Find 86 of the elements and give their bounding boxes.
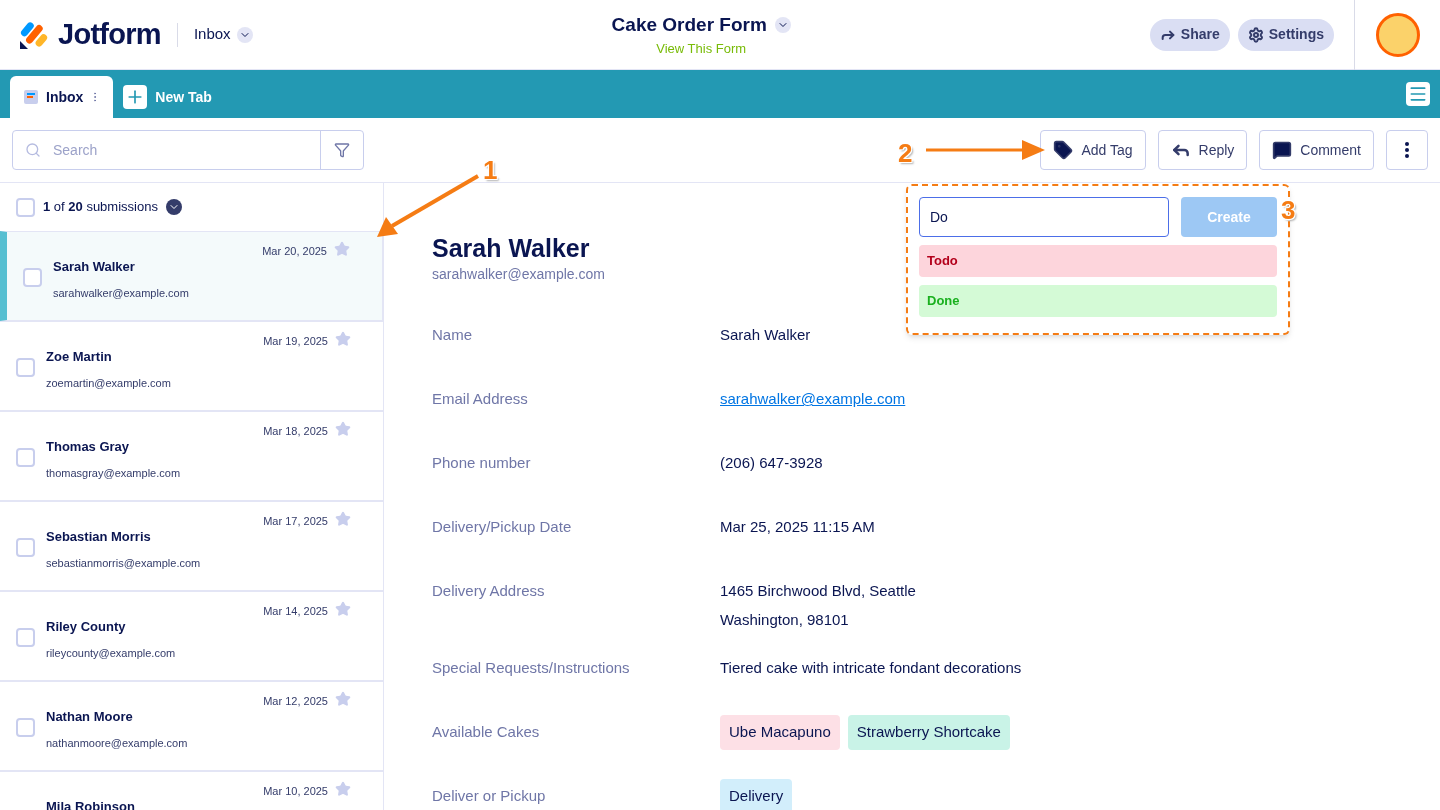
field-value: Washington, 98101 <box>720 609 850 630</box>
star-icon[interactable] <box>335 691 351 707</box>
star-icon[interactable] <box>335 331 351 347</box>
submitter-email: sarahwalker@example.com <box>53 285 189 301</box>
row-checkbox[interactable] <box>23 268 42 287</box>
submission-row[interactable]: Zoe Martin zoemartin@example.com Mar 19, 2025 <box>0 321 383 411</box>
menu-icon <box>1408 84 1428 104</box>
star-icon[interactable] <box>335 511 351 527</box>
field-label: Email Address <box>432 389 529 410</box>
submitter-email: thomasgray@example.com <box>46 465 181 481</box>
filter-icon[interactable] <box>334 142 350 158</box>
submission-row[interactable]: Riley County rileycounty@example.com Mar 14, 2025 <box>0 591 383 681</box>
submitter-email: sebastianmorris@example.com <box>46 555 201 571</box>
more-icon <box>1405 142 1409 158</box>
submission-date: Mar 14, 2025 <box>263 604 328 619</box>
logo-wordmark: Jotform <box>58 16 161 52</box>
submission-date: Mar 19, 2025 <box>263 334 328 349</box>
submitter-name: Riley County <box>46 618 127 636</box>
row-checkbox[interactable] <box>16 358 35 377</box>
row-checkbox[interactable] <box>16 448 35 467</box>
submission-date: Mar 17, 2025 <box>263 514 328 529</box>
submission-row[interactable]: Sebastian Morris sebastianmorris@example.com Mar 17, 2025 <box>0 501 383 591</box>
field-value: 1465 Birchwood Blvd, Seattle <box>720 581 916 602</box>
field-label: Name <box>432 325 473 346</box>
settings-icon <box>1247 26 1264 43</box>
field-label: Phone number <box>432 453 532 474</box>
submitter-name: Thomas Gray <box>46 438 131 456</box>
annotation-number: 3 <box>1281 194 1296 227</box>
section-dropdown[interactable]: Inbox <box>193 23 253 46</box>
settings-button[interactable]: Settings <box>1237 18 1334 51</box>
submitter-name: Sarah Walker <box>53 258 136 276</box>
field-value: Mar 25, 2025 11:15 AM <box>720 517 875 538</box>
search-field[interactable]: Search <box>53 131 320 169</box>
search-icon <box>25 142 41 158</box>
submitter-name-heading: Sarah Walker <box>432 233 590 264</box>
share-button[interactable]: Share <box>1149 18 1230 51</box>
submitter-email: rileycounty@example.com <box>46 645 176 661</box>
form-title-dropdown[interactable]: Cake Order Form <box>611 10 791 39</box>
submission-row[interactable]: Nathan Moore nathanmoore@example.com Mar 12, 2025 <box>0 681 383 771</box>
email-link[interactable]: sarahwalker@example.com <box>720 388 906 411</box>
submission-date: Mar 20, 2025 <box>262 244 327 259</box>
select-all-checkbox[interactable] <box>16 197 35 217</box>
field-label: Delivery Address <box>432 581 546 602</box>
inbox-tray-icon <box>22 88 40 106</box>
field-label: Delivery/Pickup Date <box>432 517 573 538</box>
submitter-name: Nathan Moore <box>46 708 134 726</box>
tag-button[interactable]: Add Tag <box>1040 130 1146 170</box>
submission-row[interactable]: Thomas Gray thomasgray@example.com Mar 18, 2025 <box>0 411 383 501</box>
field-value: Sarah Walker <box>720 325 811 346</box>
field-label: Available Cakes <box>432 722 541 743</box>
star-icon[interactable] <box>334 241 350 257</box>
submission-date: Mar 12, 2025 <box>263 694 328 709</box>
star-icon[interactable] <box>335 781 351 797</box>
annotation-number: 2 <box>898 137 913 170</box>
tag-option[interactable]: Todo <box>919 245 1277 277</box>
submission-date: Mar 18, 2025 <box>263 424 328 439</box>
comment-icon <box>1272 140 1293 160</box>
menu-button[interactable] <box>1406 82 1430 106</box>
search-bar[interactable]: Search <box>12 130 364 170</box>
tag-name-input[interactable]: Do <box>919 197 1169 237</box>
tag-icon <box>1053 140 1074 160</box>
submission-count: 1 of 20 submissions <box>43 198 158 217</box>
answer-tag: Delivery <box>720 779 793 810</box>
row-checkbox[interactable] <box>16 628 35 647</box>
star-icon[interactable] <box>335 421 351 437</box>
annotation-number: 1 <box>483 154 498 187</box>
submitter-email: zoemartin@example.com <box>46 375 171 391</box>
field-value: Tiered cake with intricate fondant decorations <box>720 658 1022 679</box>
submitter-email: sarahwalker@example.com <box>432 265 606 285</box>
star-icon[interactable] <box>335 601 351 617</box>
more-options-button[interactable] <box>1386 130 1428 170</box>
answer-tag: Ube Macapuno <box>720 715 840 750</box>
submitter-email: nathanmoore@example.com <box>46 735 188 751</box>
inbox-tab[interactable]: Inbox <box>10 76 114 118</box>
field-label: Special Requests/Instructions <box>432 658 631 679</box>
submitter-name: Zoe Martin <box>46 348 113 366</box>
reply-button[interactable]: Reply <box>1157 130 1248 170</box>
field-value: (206) 647-3928 <box>720 453 823 474</box>
submission-date: Mar 10, 2025 <box>263 784 328 799</box>
comment-button[interactable]: Comment <box>1259 130 1374 170</box>
submitter-name: Sebastian Morris <box>46 528 152 546</box>
submission-row[interactable]: Sarah Walker sarahwalker@example.com Mar 20, 2025 <box>0 231 383 321</box>
answer-tag: Strawberry Shortcake <box>847 715 1010 750</box>
field-label: Deliver or Pickup <box>432 786 547 807</box>
row-checkbox[interactable] <box>16 718 35 737</box>
row-checkbox[interactable] <box>16 538 35 557</box>
